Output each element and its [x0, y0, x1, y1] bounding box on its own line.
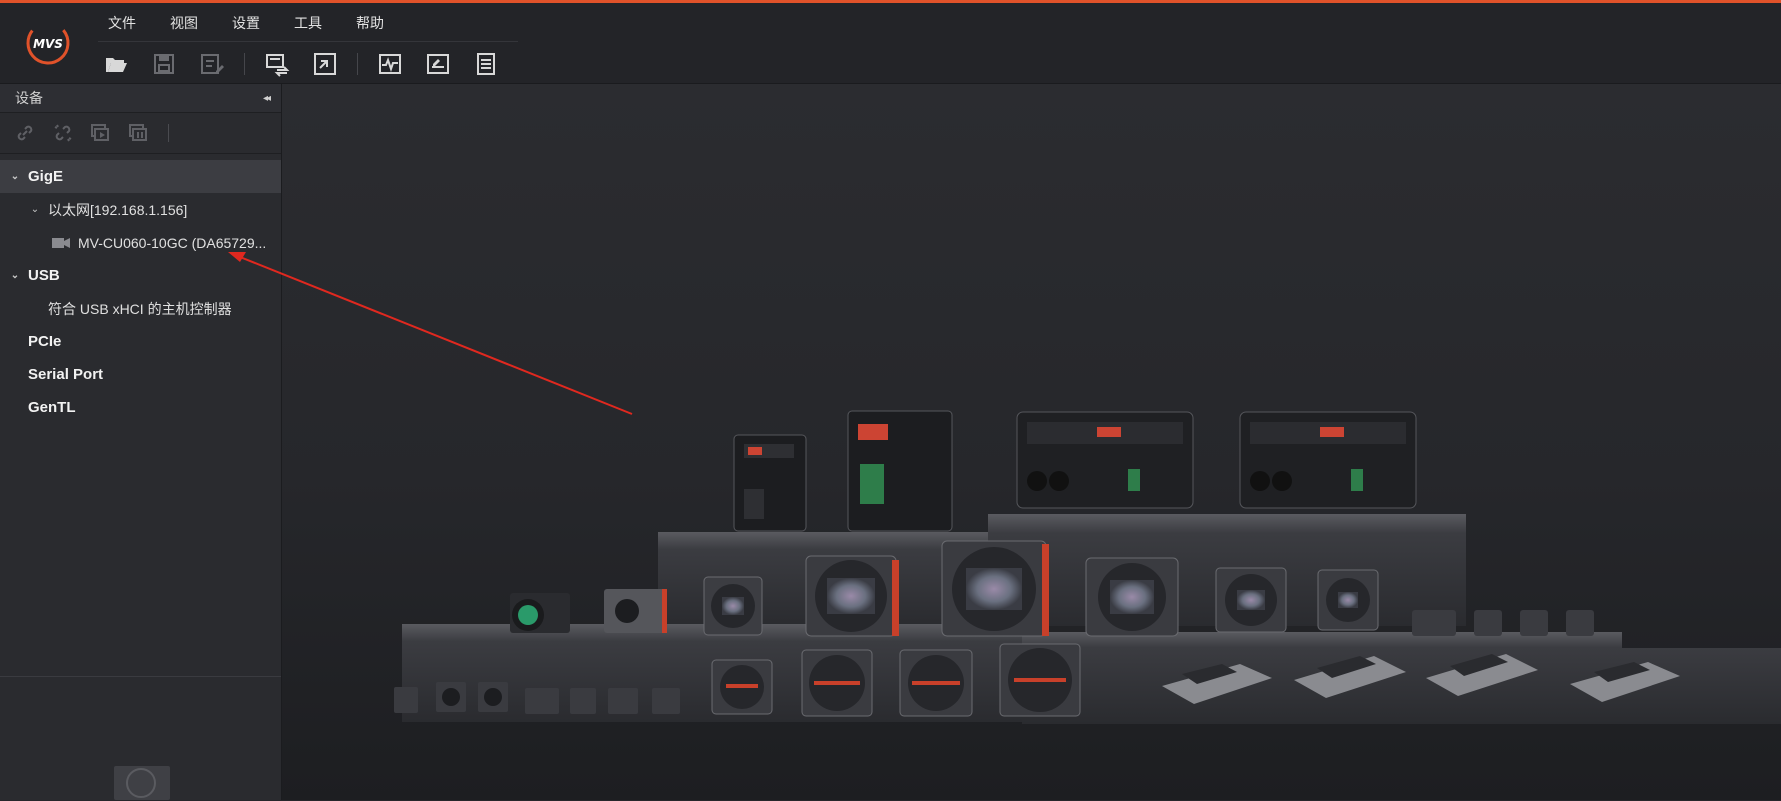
device-info-area [0, 676, 281, 801]
device-panel: 设备 ◂◂ ⌄ GigE ⌄ 以太网[192.168.1.156] MV-CU0… [0, 84, 282, 800]
tree-item-usb[interactable]: ⌄ USB [0, 259, 281, 292]
start-grab-icon[interactable] [88, 120, 114, 146]
device-panel-title: 设备 [15, 90, 43, 106]
main-toolbar [98, 41, 518, 86]
svg-text:MVS: MVS [33, 37, 63, 51]
tree-item-label: Serial Port [28, 366, 104, 383]
menu-view[interactable]: 视图 [170, 13, 198, 33]
tree-item-label: USB [28, 267, 60, 284]
tree-item-gige[interactable]: ⌄ GigE [0, 160, 281, 193]
tree-item-serial-port[interactable]: Serial Port [0, 358, 281, 391]
menu-bar: 文件 视图 设置 工具 帮助 [108, 13, 418, 33]
disconnect-icon[interactable] [50, 120, 76, 146]
list-icon[interactable] [468, 46, 504, 82]
stop-grab-icon[interactable] [126, 120, 152, 146]
device-panel-header: 设备 ◂◂ [0, 84, 281, 113]
save-as-icon[interactable] [194, 46, 230, 82]
camera-thumbnail-icon [114, 766, 170, 800]
chevron-down-icon[interactable]: ⌄ [28, 204, 42, 215]
menu-settings[interactable]: 设置 [232, 13, 260, 33]
menu-file[interactable]: 文件 [108, 13, 136, 33]
chevron-down-icon[interactable]: ⌄ [8, 171, 22, 182]
tree-item-label: MV-CU060-10GC (DA65729... [78, 234, 267, 251]
waveform-icon[interactable] [372, 46, 408, 82]
tree-item-usb-controller[interactable]: 符合 USB xHCI 的主机控制器 [0, 292, 281, 325]
tree-item-camera[interactable]: MV-CU060-10GC (DA65729... [0, 226, 281, 259]
menu-tools[interactable]: 工具 [294, 13, 322, 33]
chevron-down-icon[interactable]: ⌄ [8, 270, 22, 281]
tree-item-label: 以太网[192.168.1.156] [48, 201, 188, 218]
open-folder-icon[interactable] [98, 46, 134, 82]
product-showcase-image [394, 410, 1781, 724]
edit-view-icon[interactable] [420, 46, 456, 82]
save-icon[interactable] [146, 46, 182, 82]
tree-item-label: PCIe [28, 333, 62, 350]
mvs-logo: MVS [24, 19, 72, 67]
app-header: MVS 文件 视图 设置 工具 帮助 [0, 3, 1781, 84]
device-panel-toolbar [0, 113, 281, 154]
tree-item-label: 符合 USB xHCI 的主机控制器 [48, 300, 232, 317]
tree-item-pcie[interactable]: PCIe [0, 325, 281, 358]
device-tree: ⌄ GigE ⌄ 以太网[192.168.1.156] MV-CU060-10G… [0, 154, 281, 424]
tree-item-label: GigE [28, 168, 64, 185]
tree-item-gentl[interactable]: GenTL [0, 391, 281, 424]
tree-item-label: GenTL [28, 399, 76, 416]
product-showcase-area [282, 84, 1781, 800]
menu-help[interactable]: 帮助 [356, 13, 384, 33]
device-switch-icon[interactable] [259, 46, 295, 82]
collapse-panel-icon[interactable]: ◂◂ [263, 93, 271, 104]
connect-icon[interactable] [12, 120, 38, 146]
camera-icon [52, 237, 70, 248]
window-fit-icon[interactable] [307, 46, 343, 82]
toolbar-separator [244, 53, 245, 75]
tree-item-ethernet[interactable]: ⌄ 以太网[192.168.1.156] [0, 193, 281, 226]
toolbar-separator [168, 124, 169, 142]
toolbar-separator [357, 53, 358, 75]
